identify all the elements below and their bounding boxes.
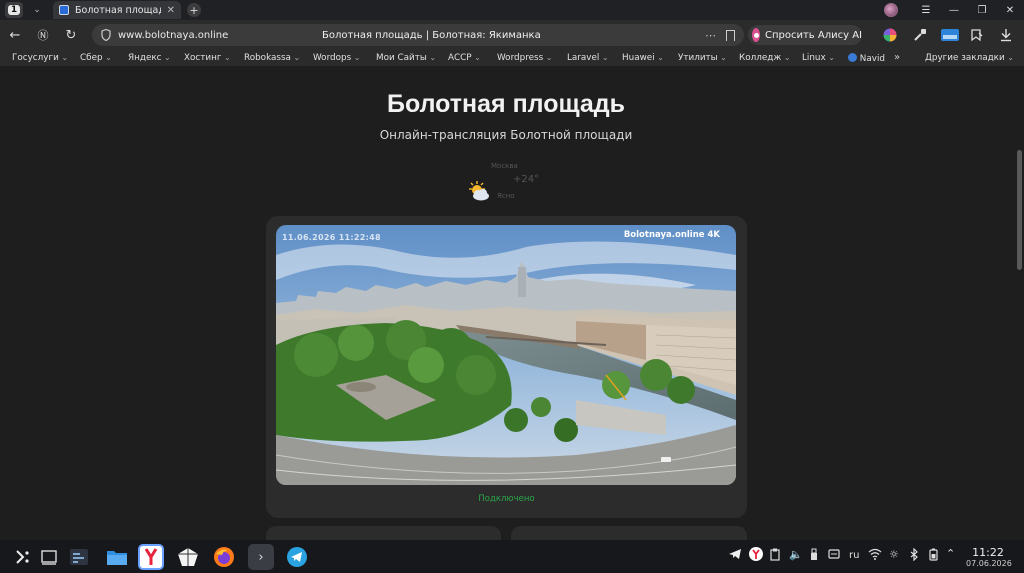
tabs-dropdown-icon[interactable]: ⌄	[29, 2, 45, 18]
menu-icon[interactable]: ☰	[912, 5, 940, 16]
storage-icon[interactable]	[828, 548, 840, 563]
back-icon[interactable]: ←	[1, 28, 29, 43]
taskbar-clock[interactable]: 11:22 07.06.2026	[966, 546, 1012, 568]
weather-temp: +24°	[513, 174, 540, 185]
yandex-browser-taskbar-icon[interactable]	[138, 544, 164, 570]
weather-city: Москва	[491, 162, 518, 170]
stream-timestamp: 11.06.2026 11:22:48	[282, 233, 381, 242]
shield-icon	[101, 29, 111, 41]
yandex-home-icon[interactable]: Ⓝ	[29, 27, 57, 43]
collections-icon[interactable]	[969, 27, 985, 43]
color-extension-icon[interactable]	[882, 27, 898, 43]
yandex-tray-icon[interactable]	[749, 547, 763, 564]
bookmark-folder[interactable]: Wordpress	[497, 53, 552, 63]
volume-icon[interactable]: 🔈	[789, 548, 803, 561]
bookmark-folder[interactable]: АССР	[448, 53, 481, 63]
tab-close-icon[interactable]: ✕	[167, 5, 175, 16]
tab-strip: 1 ⌄ Болотная площадь | Бол ✕ + ☰ — ❐ ✕	[0, 0, 1024, 20]
bookmark-folder[interactable]: Linux	[802, 53, 835, 63]
address-bar[interactable]: www.bolotnaya.online Болотная площадь | …	[92, 24, 744, 46]
tab-counter-button[interactable]: 1	[5, 2, 23, 18]
alice-label: Спросить Алису AI	[765, 29, 862, 41]
weather-condition: Ясно	[497, 192, 515, 200]
stream-watermark: Bolotnaya.online 4K	[623, 230, 720, 240]
usb-device-icon[interactable]	[810, 548, 818, 564]
bookmark-folder[interactable]: Госуслуги	[12, 53, 68, 63]
tab-count: 1	[7, 5, 21, 15]
battery-icon[interactable]	[929, 548, 938, 564]
bookmark-folder[interactable]: Яндекс	[128, 53, 171, 63]
page-scrollbar[interactable]	[1017, 150, 1022, 270]
page-content: Болотная площадь Онлайн-трансляция Болот…	[0, 66, 1024, 540]
bookmark-label: Navid	[859, 54, 886, 64]
live-stream-video[interactable]: 11.06.2026 11:22:48 Bolotnaya.online 4K	[276, 225, 736, 485]
minimize-icon[interactable]: —	[940, 5, 968, 16]
keyboard-layout[interactable]: ru	[849, 550, 859, 561]
bookmark-folder[interactable]: Колледж	[739, 53, 791, 63]
page-heading: Болотная площадь	[386, 90, 626, 118]
tray-expand-icon[interactable]: ⌃	[946, 547, 955, 560]
flatpak-app-icon[interactable]	[175, 544, 201, 570]
sun-cloud-icon	[469, 181, 489, 201]
info-card-left	[266, 526, 501, 540]
bookmarks-bar: Госуслуги Сбер Яндекс Хостинг Robokassa …	[0, 50, 1024, 66]
reload-icon[interactable]: ↻	[57, 28, 85, 43]
bookmark-folder[interactable]: Laravel	[567, 53, 609, 63]
taskbar: › 🔈 ru ☼ ⌃ 11:22 07.06.2026	[0, 540, 1024, 573]
bookmark-folder[interactable]: Хостинг	[184, 53, 231, 63]
bookmark-folder[interactable]: Wordops	[313, 53, 360, 63]
clock-date: 07.06.2026	[966, 559, 1012, 568]
system-monitor-icon[interactable]	[66, 544, 92, 570]
bluetooth-icon[interactable]	[909, 547, 919, 564]
page-title-in-bar: Болотная площадь | Болотная: Якиманка	[322, 29, 541, 41]
new-tab-button[interactable]: +	[187, 3, 201, 17]
other-bookmarks-folder[interactable]: Другие закладки	[925, 53, 1014, 63]
telegram-icon[interactable]	[284, 544, 310, 570]
profile-avatar[interactable]	[884, 3, 898, 17]
site-favicon-icon	[59, 5, 69, 15]
clock-time: 11:22	[972, 546, 1004, 559]
bookmark-folder[interactable]: Утилиты	[678, 53, 727, 63]
firefox-icon[interactable]	[211, 544, 237, 570]
info-card-right	[511, 526, 747, 540]
stream-card: 11.06.2026 11:22:48 Bolotnaya.online 4K …	[266, 216, 747, 518]
stream-frame	[276, 225, 736, 485]
app-launcher-icon[interactable]	[10, 544, 36, 570]
vpn-extension-icon[interactable]	[940, 27, 960, 43]
brightness-icon[interactable]: ☼	[889, 548, 899, 561]
alice-icon	[752, 28, 760, 42]
clipboard-icon[interactable]	[770, 548, 780, 564]
connection-status: Подключено	[478, 494, 535, 504]
browser-tab-active[interactable]: Болотная площадь | Бол ✕	[53, 1, 181, 19]
bookmark-folder[interactable]: Robokassa	[244, 53, 300, 63]
downloads-icon[interactable]	[998, 27, 1014, 43]
close-window-icon[interactable]: ✕	[996, 5, 1024, 16]
bookmark-icon[interactable]	[726, 29, 735, 41]
picker-extension-icon[interactable]	[912, 27, 928, 43]
weather-widget: Москва +24° Ясно	[466, 162, 556, 206]
bookmark-folder[interactable]: Сбер	[80, 53, 112, 63]
page-subtitle: Онлайн-трансляция Болотной площади	[379, 128, 633, 142]
ask-alice-button[interactable]: Спросить Алису AI	[748, 25, 862, 45]
terminal-icon[interactable]: ›	[248, 544, 274, 570]
bookmark-folder[interactable]: Huawei	[622, 53, 664, 63]
more-options-icon[interactable]: ⋯	[705, 29, 716, 42]
show-desktop-icon[interactable]	[36, 544, 62, 570]
navid-icon	[848, 53, 857, 62]
more-bookmarks-icon[interactable]: »	[894, 52, 900, 63]
wifi-icon[interactable]	[868, 548, 882, 563]
telegram-tray-icon[interactable]	[728, 548, 742, 563]
tab-title: Болотная площадь | Бол	[75, 4, 161, 16]
file-manager-icon[interactable]	[104, 544, 130, 570]
url-text: www.bolotnaya.online	[118, 29, 229, 41]
restore-icon[interactable]: ❐	[968, 5, 996, 16]
bookmark-link[interactable]: Navid	[848, 53, 885, 64]
bookmark-folder[interactable]: Мои Сайты	[376, 53, 436, 63]
window-controls: ☰ — ❐ ✕	[884, 0, 1024, 20]
